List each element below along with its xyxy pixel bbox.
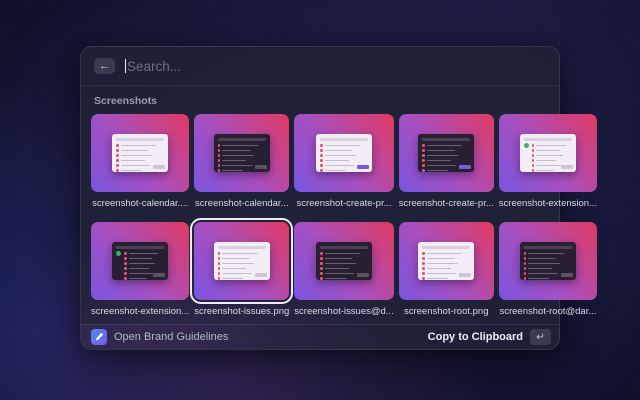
- screenshot-filename: screenshot-issues.png: [194, 306, 289, 317]
- screenshot-filename: screenshot-calendar....: [91, 198, 189, 209]
- screenshot-thumbnail: [499, 114, 597, 192]
- mini-window-titlebar: [116, 138, 164, 141]
- mini-window-titlebar: [422, 246, 470, 249]
- back-button[interactable]: ←: [94, 58, 115, 74]
- primary-action-label: Copy to Clipboard: [428, 331, 523, 343]
- mini-window-titlebar: [524, 138, 572, 141]
- mini-window-button: [561, 165, 573, 169]
- screenshot-filename: screenshot-root.png: [399, 306, 494, 317]
- mini-green-avatar: [524, 143, 529, 148]
- screenshot-thumbnail: [294, 114, 393, 192]
- screenshot-grid-item[interactable]: screenshot-extension...: [499, 114, 597, 209]
- mini-window-titlebar: [218, 138, 266, 141]
- screenshot-filename: screenshot-issues@d...: [294, 306, 393, 317]
- screenshot-thumbnail: [499, 222, 597, 300]
- mini-window-preview: [214, 134, 270, 172]
- mini-window-titlebar: [116, 246, 164, 249]
- screenshot-thumbnail: [194, 222, 289, 300]
- search-bar: ←: [81, 47, 559, 86]
- search-field-wrap: [125, 59, 546, 74]
- mini-window-button: [255, 273, 267, 277]
- mini-window-preview: [520, 242, 576, 280]
- command-name-label: Open Brand Guidelines: [114, 331, 228, 343]
- mini-window-button: [357, 273, 369, 277]
- screenshot-grid-item[interactable]: screenshot-create-pr...: [399, 114, 494, 209]
- mini-window-preview: [112, 242, 168, 280]
- screenshot-grid-item[interactable]: screenshot-root@dar...: [499, 222, 597, 317]
- mini-window-preview: [316, 242, 372, 280]
- mini-window-preview: [520, 134, 576, 172]
- screenshot-filename: screenshot-create-pr...: [294, 198, 393, 209]
- return-key-icon: ↵: [530, 329, 551, 345]
- section-title: Screenshots: [94, 95, 546, 107]
- mini-window-titlebar: [320, 246, 368, 249]
- screenshot-grid: screenshot-calendar.... screenshot-calen…: [91, 114, 549, 317]
- screenshot-filename: screenshot-create-pr...: [399, 198, 494, 209]
- screenshot-grid-item[interactable]: screenshot-issues@d...: [294, 222, 393, 317]
- mini-window-preview: [316, 134, 372, 172]
- screenshot-filename: screenshot-extension...: [499, 198, 597, 209]
- mini-window-button: [357, 165, 369, 169]
- screenshot-grid-item[interactable]: screenshot-issues.png: [194, 222, 289, 317]
- screenshot-thumbnail: [91, 114, 189, 192]
- arrow-left-icon: ←: [99, 61, 110, 72]
- mini-window-button: [153, 165, 165, 169]
- mini-window-titlebar: [524, 246, 572, 249]
- mini-window-button: [153, 273, 165, 277]
- screenshot-thumbnail: [194, 114, 289, 192]
- mini-window-titlebar: [422, 138, 470, 141]
- screenshot-thumbnail: [399, 114, 494, 192]
- mini-window-titlebar: [320, 138, 368, 141]
- mini-window-preview: [112, 134, 168, 172]
- screenshot-thumbnail: [91, 222, 189, 300]
- screenshot-grid-item[interactable]: screenshot-extension...: [91, 222, 189, 317]
- desktop-background: { "search": { "placeholder": "Search..."…: [0, 0, 640, 400]
- search-input[interactable]: [125, 59, 546, 74]
- command-palette-window: ← Screenshots screenshot-calendar....: [80, 46, 560, 350]
- screenshot-filename: screenshot-root@dar...: [499, 306, 597, 317]
- mini-window-preview: [418, 134, 474, 172]
- copy-to-clipboard-button[interactable]: Copy to Clipboard ↵: [428, 329, 551, 345]
- screenshot-thumbnail: [294, 222, 393, 300]
- mini-window-button: [561, 273, 573, 277]
- screenshot-grid-item[interactable]: screenshot-calendar...: [194, 114, 289, 209]
- results-area: Screenshots screenshot-calendar.... scre…: [81, 86, 559, 324]
- action-bar: Open Brand Guidelines Copy to Clipboard …: [81, 324, 559, 349]
- screenshot-thumbnail: [399, 222, 494, 300]
- screenshot-filename: screenshot-extension...: [91, 306, 189, 317]
- mini-window-button: [459, 273, 471, 277]
- mini-window-button: [255, 165, 267, 169]
- mini-window-preview: [214, 242, 270, 280]
- mini-window-titlebar: [218, 246, 266, 249]
- text-caret: [125, 59, 126, 73]
- mini-window-preview: [418, 242, 474, 280]
- screenshot-grid-item[interactable]: screenshot-root.png: [399, 222, 494, 317]
- screenshot-filename: screenshot-calendar...: [194, 198, 289, 209]
- screenshot-grid-item[interactable]: screenshot-calendar....: [91, 114, 189, 209]
- mini-window-button: [459, 165, 471, 169]
- mini-green-avatar: [116, 251, 121, 256]
- brand-pencil-icon: [91, 329, 107, 345]
- screenshot-grid-item[interactable]: screenshot-create-pr...: [294, 114, 393, 209]
